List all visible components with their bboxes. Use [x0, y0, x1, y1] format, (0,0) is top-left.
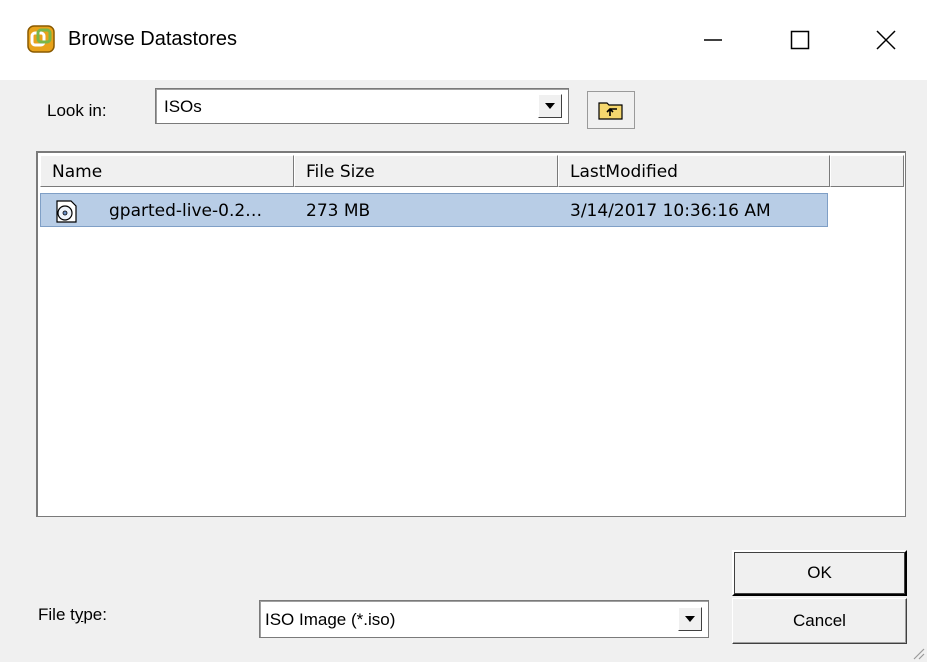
- vsphere-app-icon: [27, 25, 55, 53]
- window-title: Browse Datastores: [68, 28, 237, 50]
- file-size: 273 MB: [306, 201, 371, 221]
- file-name: gparted-live-0.2…: [109, 201, 263, 221]
- close-icon: [876, 30, 896, 50]
- look-in-value: ISOs: [164, 97, 202, 116]
- file-row-selected[interactable]: gparted-live-0.2… 273 MB 3/14/2017 10:36…: [40, 193, 828, 227]
- ok-button[interactable]: OK: [732, 550, 907, 596]
- maximize-icon: [790, 30, 810, 50]
- cancel-button[interactable]: Cancel: [732, 598, 907, 644]
- file-last-modified: 3/14/2017 10:36:16 AM: [570, 201, 771, 221]
- look-in-dropdown[interactable]: ISOs: [155, 88, 569, 124]
- file-type-label: File type:: [38, 605, 107, 624]
- look-in-dropdown-button[interactable]: [538, 94, 562, 118]
- file-type-value: ISO Image (*.iso): [265, 610, 396, 629]
- title-bar: Browse Datastores: [0, 0, 927, 80]
- iso-disc-icon: [56, 200, 77, 223]
- up-one-level-button[interactable]: [587, 91, 635, 129]
- minimize-button[interactable]: [693, 20, 733, 60]
- list-header: Name File Size LastModified: [40, 155, 904, 187]
- column-header-file-size[interactable]: File Size: [294, 155, 558, 187]
- close-button[interactable]: [866, 20, 906, 60]
- maximize-button[interactable]: [780, 20, 820, 60]
- column-header-empty[interactable]: [830, 155, 904, 187]
- minimize-icon: [704, 39, 722, 41]
- file-type-dropdown-button[interactable]: [678, 607, 702, 631]
- look-in-label: Look in:: [47, 101, 107, 120]
- file-list[interactable]: Name File Size LastModified gparted-live…: [36, 151, 906, 517]
- chevron-down-icon: [545, 103, 555, 109]
- column-header-name[interactable]: Name: [40, 155, 294, 187]
- folder-up-icon: [598, 102, 623, 120]
- chevron-down-icon: [685, 616, 695, 622]
- file-type-dropdown[interactable]: ISO Image (*.iso): [259, 600, 709, 638]
- column-header-last-modified[interactable]: LastModified: [558, 155, 830, 187]
- resize-grip-icon[interactable]: [909, 644, 925, 660]
